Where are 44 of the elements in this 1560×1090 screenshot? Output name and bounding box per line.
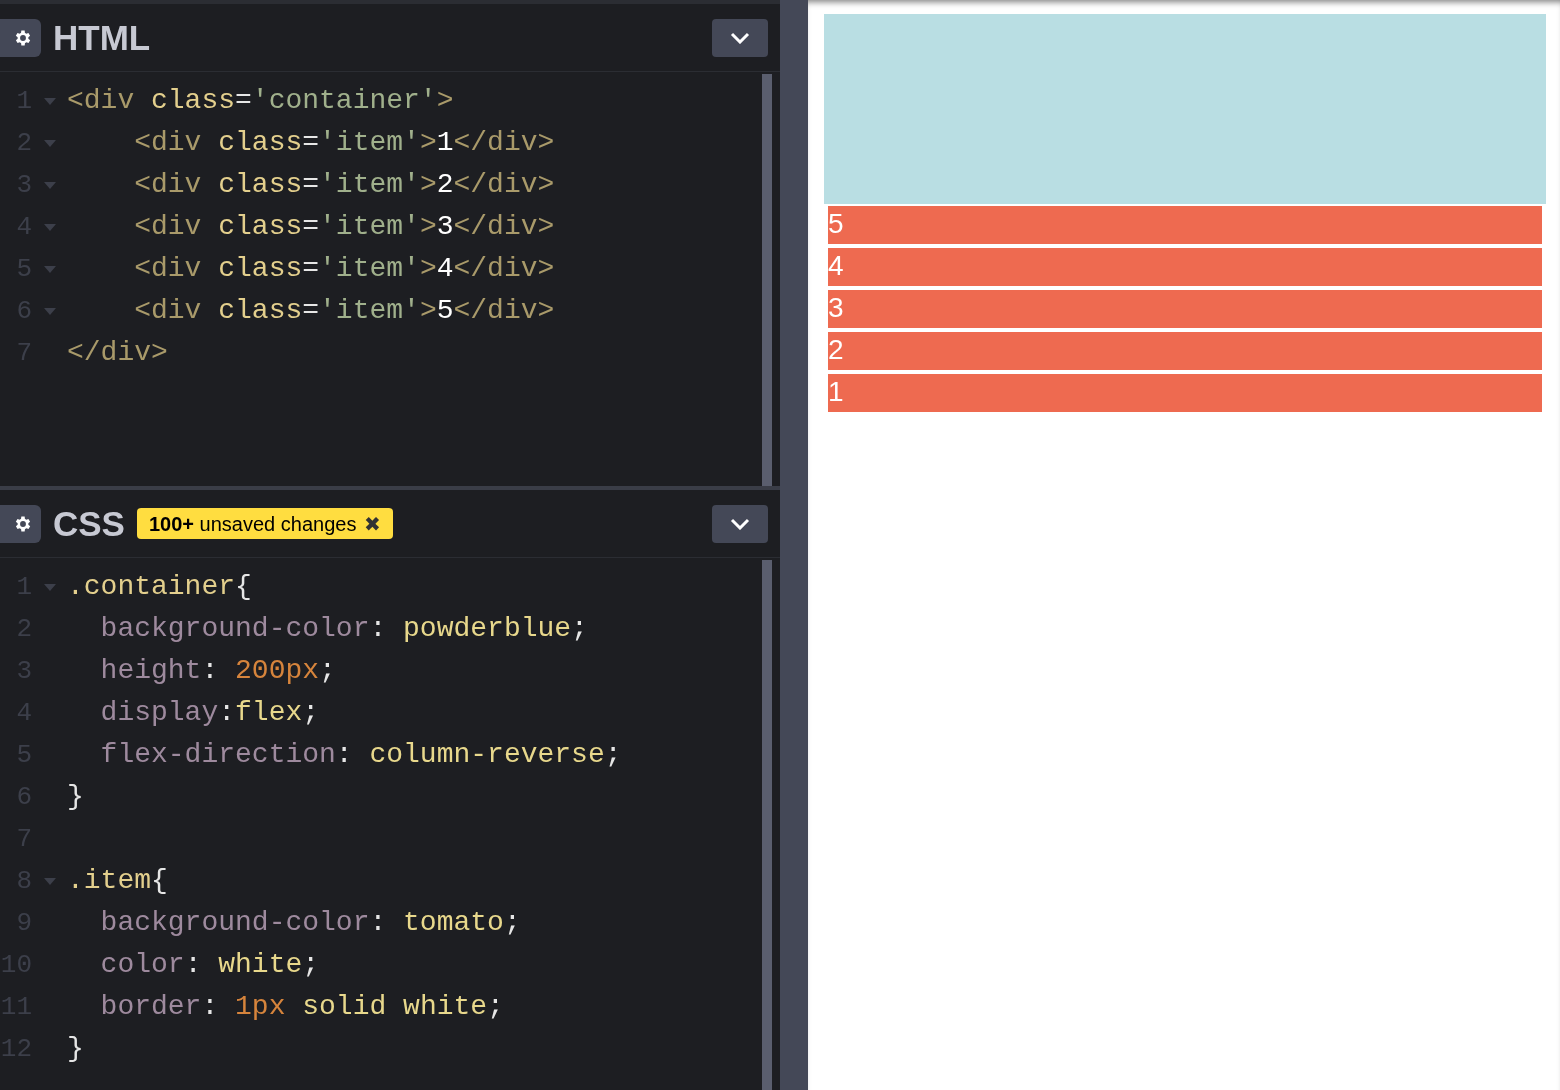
collapse-button[interactable] [712, 18, 768, 57]
chevron-down-icon [730, 517, 750, 530]
code-line: <div class='item'>3</div> [133, 210, 555, 244]
panel-title: HTML [53, 20, 151, 55]
fold-arrow-icon[interactable] [43, 223, 56, 231]
chevron-down-icon [730, 31, 750, 44]
code-line: } [67, 1032, 84, 1066]
fold-arrow-icon[interactable] [43, 583, 56, 591]
fold-arrow-icon[interactable] [43, 877, 56, 885]
tomato-item: 2 [826, 330, 1544, 372]
fold-arrow-icon[interactable] [43, 97, 56, 105]
code-line: border: 1px solid white; [99, 990, 504, 1024]
code-line: </div> [67, 336, 168, 370]
scrollbar[interactable] [762, 74, 772, 486]
code-line: } [67, 780, 84, 814]
fold-arrow-icon[interactable] [43, 265, 56, 273]
close-button[interactable]: ✖ [364, 513, 382, 534]
code-line: background-color: powderblue; [99, 612, 588, 646]
scrollbar[interactable] [762, 560, 772, 1090]
code-line: flex-direction: column-reverse; [99, 738, 622, 772]
code-line: <div class='item'>4</div> [133, 252, 555, 286]
tomato-item: 1 [826, 372, 1544, 414]
code-line: color: white; [99, 948, 320, 982]
fold-arrow-icon[interactable] [43, 181, 56, 189]
code-line: <div class='container'> [67, 84, 454, 118]
code-line: height: 200px; [99, 654, 336, 688]
tomato-item: 5 [826, 204, 1544, 246]
fold-arrow-icon[interactable] [43, 139, 56, 147]
resizer-bar[interactable] [780, 0, 808, 1090]
settings-button[interactable] [0, 18, 41, 57]
code-line: <div class='item'>2</div> [133, 168, 555, 202]
code-line: .item{ [67, 864, 168, 898]
panel-title: CSS [53, 506, 125, 541]
settings-button[interactable] [0, 504, 41, 543]
unsaved-changes-text: 100+ unsaved changes [148, 511, 357, 537]
code-line: .container{ [67, 570, 252, 604]
code-line: <div class='item'>5</div> [133, 294, 555, 328]
collapse-button[interactable] [712, 504, 768, 543]
code-line: display:flex; [99, 696, 320, 730]
tomato-item: 3 [826, 288, 1544, 330]
fold-arrow-icon[interactable] [43, 307, 56, 315]
code-line: <div class='item'>1</div> [133, 126, 555, 160]
tomato-item: 4 [826, 246, 1544, 288]
code-line: background-color: tomato; [99, 906, 521, 940]
